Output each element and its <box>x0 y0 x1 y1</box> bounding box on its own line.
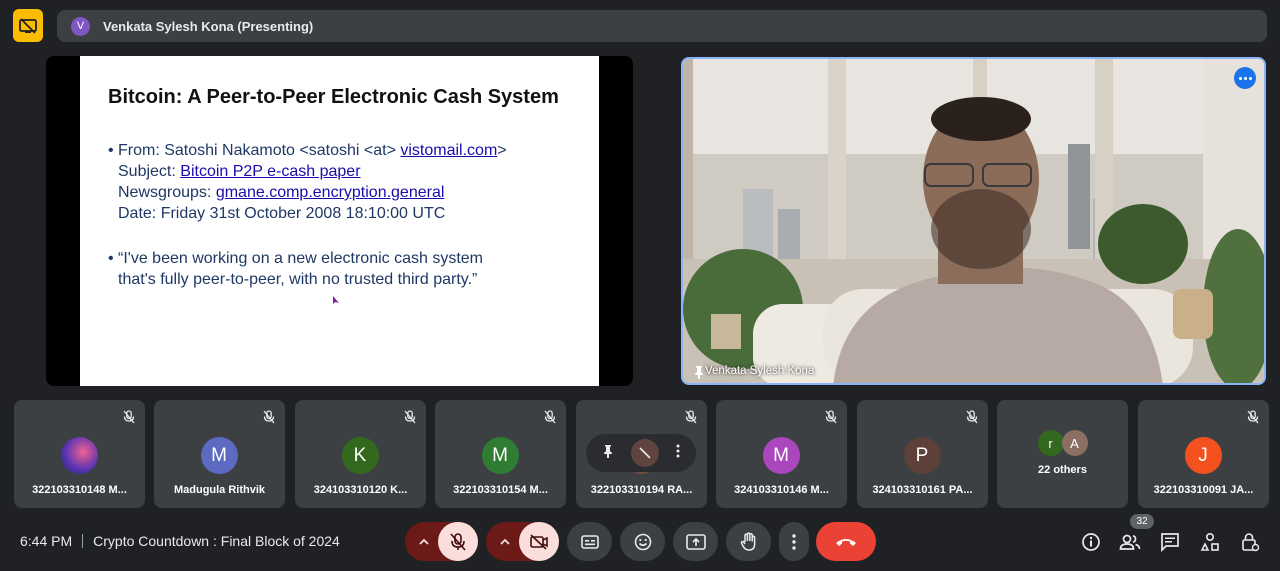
speaker-name: Venkata Sylesh Kona <box>705 365 815 377</box>
reactions-button[interactable] <box>620 522 665 561</box>
meeting-title: Crypto Countdown : Final Block of 2024 <box>93 533 340 549</box>
participant-name: 322103310148 M... <box>32 484 127 496</box>
mic-off-icon <box>1247 410 1259 429</box>
present-off-icon[interactable] <box>13 9 43 42</box>
mic-options-button[interactable] <box>413 522 435 561</box>
host-controls-button[interactable] <box>1238 530 1262 554</box>
mic-off-icon <box>123 410 135 429</box>
slide-bullet-quote: • “I've been working on a new electronic… <box>108 250 484 288</box>
speaker-video[interactable]: Venkata Sylesh Kona <box>681 57 1266 385</box>
avatar: M <box>200 437 238 474</box>
mic-off-icon <box>825 410 837 429</box>
presenter-avatar: V <box>71 16 90 36</box>
mic-off-icon <box>450 532 466 551</box>
more-icon[interactable] <box>676 444 680 463</box>
emoji-icon <box>634 533 651 550</box>
participant-tile[interactable]: 322103310148 M... <box>14 400 145 508</box>
slide: Bitcoin: A Peer-to-Peer Electronic Cash … <box>80 56 599 386</box>
avatar: A <box>1061 430 1088 456</box>
participant-tile[interactable]: K 324103310120 K... <box>295 400 426 508</box>
avatar: P <box>903 437 941 474</box>
subject-link[interactable]: Bitcoin P2P e-cash paper <box>180 163 360 180</box>
avatar: K <box>341 437 379 474</box>
newsgroups-link[interactable]: gmane.comp.encryption.general <box>216 184 445 201</box>
avatar-photo <box>60 437 98 474</box>
presenter-label: Venkata Sylesh Kona (Presenting) <box>103 18 314 34</box>
mic-off-icon <box>685 410 697 429</box>
captions-icon <box>580 534 599 549</box>
raise-hand-button[interactable] <box>726 522 771 561</box>
meeting-details-button[interactable] <box>1079 530 1103 554</box>
camera-options-button[interactable] <box>494 522 516 561</box>
tile-hover-actions <box>586 434 696 472</box>
speaker-name-tag: Venkata Sylesh Kona <box>693 365 815 379</box>
participant-name: 322103310091 JA... <box>1153 484 1254 496</box>
participant-name: 22 others <box>1038 464 1087 476</box>
participant-tile[interactable]: P 324103310161 PA... <box>857 400 988 508</box>
camera-off-icon <box>530 533 548 550</box>
presenter-banner: V Venkata Sylesh Kona (Presenting) <box>57 10 1267 42</box>
avatar: M <box>762 437 800 474</box>
divider <box>82 534 84 548</box>
participant-name: Madugula Rithvik <box>173 484 266 496</box>
mic-off-icon <box>544 410 556 429</box>
mic-off-icon <box>404 410 416 429</box>
speaking-indicator-icon <box>1234 67 1256 89</box>
camera-toggle-button[interactable] <box>519 522 559 561</box>
participant-tile[interactable]: r A 22 others <box>997 400 1128 508</box>
activities-button[interactable] <box>1198 530 1222 554</box>
info-icon <box>1082 533 1100 551</box>
people-icon <box>1119 534 1141 550</box>
captions-button[interactable] <box>567 522 612 561</box>
participant-name: 324103310120 K... <box>313 484 408 496</box>
avatar: M <box>481 437 519 474</box>
raise-hand-icon <box>740 531 755 551</box>
participant-name: 322103310154 M... <box>453 484 548 496</box>
chevron-up-icon <box>419 538 429 545</box>
host-controls-icon <box>1242 533 1260 552</box>
presentation-stage[interactable]: Bitcoin: A Peer-to-Peer Electronic Cash … <box>46 56 633 386</box>
avatar: r <box>1037 430 1064 456</box>
end-call-icon <box>836 538 856 546</box>
cursor-icon <box>333 296 339 304</box>
email-link[interactable]: vistomail.com <box>400 142 497 159</box>
chat-button[interactable] <box>1158 530 1182 554</box>
participant-name: 322103310194 RA... <box>590 484 693 496</box>
end-call-button[interactable] <box>816 522 876 561</box>
participant-name: 324103310146 M... <box>734 484 829 496</box>
people-count-badge: 32 <box>1130 514 1154 529</box>
chevron-up-icon <box>500 538 510 545</box>
participant-tile[interactable]: M Madugula Rithvik <box>154 400 285 508</box>
present-icon <box>685 533 706 550</box>
mic-toggle-button[interactable] <box>438 522 478 561</box>
clock: 6:44 PM <box>20 533 73 549</box>
more-options-button[interactable] <box>779 522 809 561</box>
people-button[interactable] <box>1118 530 1142 554</box>
chat-icon <box>1161 533 1179 552</box>
slide-title: Bitcoin: A Peer-to-Peer Electronic Cash … <box>108 86 559 108</box>
more-icon <box>792 533 796 550</box>
participant-tile[interactable]: J 322103310091 JA... <box>1138 400 1269 508</box>
meeting-info: 6:44 PM Crypto Countdown : Final Block o… <box>20 533 340 549</box>
participant-tile[interactable]: R322103310194 RA... <box>576 400 707 508</box>
mic-off-icon <box>263 410 275 429</box>
participant-name: 324103310161 PA... <box>872 484 973 496</box>
pin-icon[interactable] <box>602 444 614 463</box>
avatar: J <box>1184 437 1222 474</box>
slide-bullet-email: • From: Satoshi Nakamoto <satoshi <at> v… <box>108 142 507 222</box>
remove-participant-icon[interactable] <box>630 439 659 467</box>
camera-control-group <box>486 522 559 561</box>
participant-tile[interactable]: M 322103310154 M... <box>435 400 566 508</box>
mic-off-icon <box>966 410 978 429</box>
pin-icon[interactable] <box>693 365 705 379</box>
present-now-button[interactable] <box>673 522 718 561</box>
video-frame-image <box>683 59 1264 383</box>
mic-control-group <box>405 522 478 561</box>
activities-icon <box>1200 532 1219 551</box>
participant-tile[interactable]: M 324103310146 M... <box>716 400 847 508</box>
